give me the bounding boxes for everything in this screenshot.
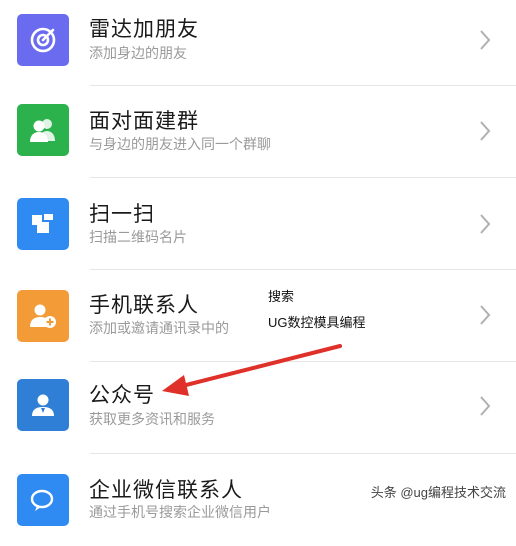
add-contact-icon bbox=[17, 290, 69, 342]
item-title: 企业微信联系人 bbox=[89, 478, 243, 502]
item-subtitle: 获取更多资讯和服务 bbox=[89, 412, 215, 428]
search-annotation: 搜索 UG数控模具编程 bbox=[238, 278, 428, 338]
item-title: 雷达加朋友 bbox=[89, 17, 199, 41]
chevron-right-icon bbox=[480, 121, 491, 141]
item-subtitle: 添加身边的朋友 bbox=[89, 46, 187, 62]
official-account-icon bbox=[17, 379, 69, 431]
item-title: 扫一扫 bbox=[89, 202, 155, 226]
annotation-search-label: 搜索 bbox=[268, 289, 295, 304]
list-item-official-accounts[interactable]: 公众号 获取更多资讯和服务 bbox=[0, 362, 516, 454]
item-subtitle: 扫描二维码名片 bbox=[89, 230, 187, 246]
item-subtitle: 通过手机号搜索企业微信用户 bbox=[89, 505, 271, 521]
item-title: 面对面建群 bbox=[89, 109, 199, 133]
item-title: 公众号 bbox=[89, 383, 155, 407]
item-subtitle: 与身边的朋友进入同一个群聊 bbox=[89, 137, 271, 153]
annotation-account-name: UG数控模具编程 bbox=[268, 315, 366, 330]
radar-icon bbox=[17, 14, 69, 66]
item-subtitle: 添加或邀请通讯录中的 bbox=[89, 321, 229, 337]
chevron-right-icon bbox=[480, 305, 491, 325]
group-icon bbox=[17, 104, 69, 156]
item-title: 手机联系人 bbox=[89, 293, 199, 317]
chevron-right-icon bbox=[480, 396, 491, 416]
watermark: 头条 @ug编程技术交流 bbox=[370, 485, 506, 500]
scan-icon bbox=[17, 198, 69, 250]
work-wechat-icon bbox=[17, 474, 69, 526]
list-item-face-to-face-group[interactable]: 面对面建群 与身边的朋友进入同一个群聊 bbox=[0, 86, 516, 178]
list-item-scan[interactable]: 扫一扫 扫描二维码名片 bbox=[0, 178, 516, 270]
chevron-right-icon bbox=[480, 214, 491, 234]
chevron-right-icon bbox=[480, 30, 491, 50]
list-item-radar[interactable]: 雷达加朋友 添加身边的朋友 bbox=[0, 0, 516, 86]
